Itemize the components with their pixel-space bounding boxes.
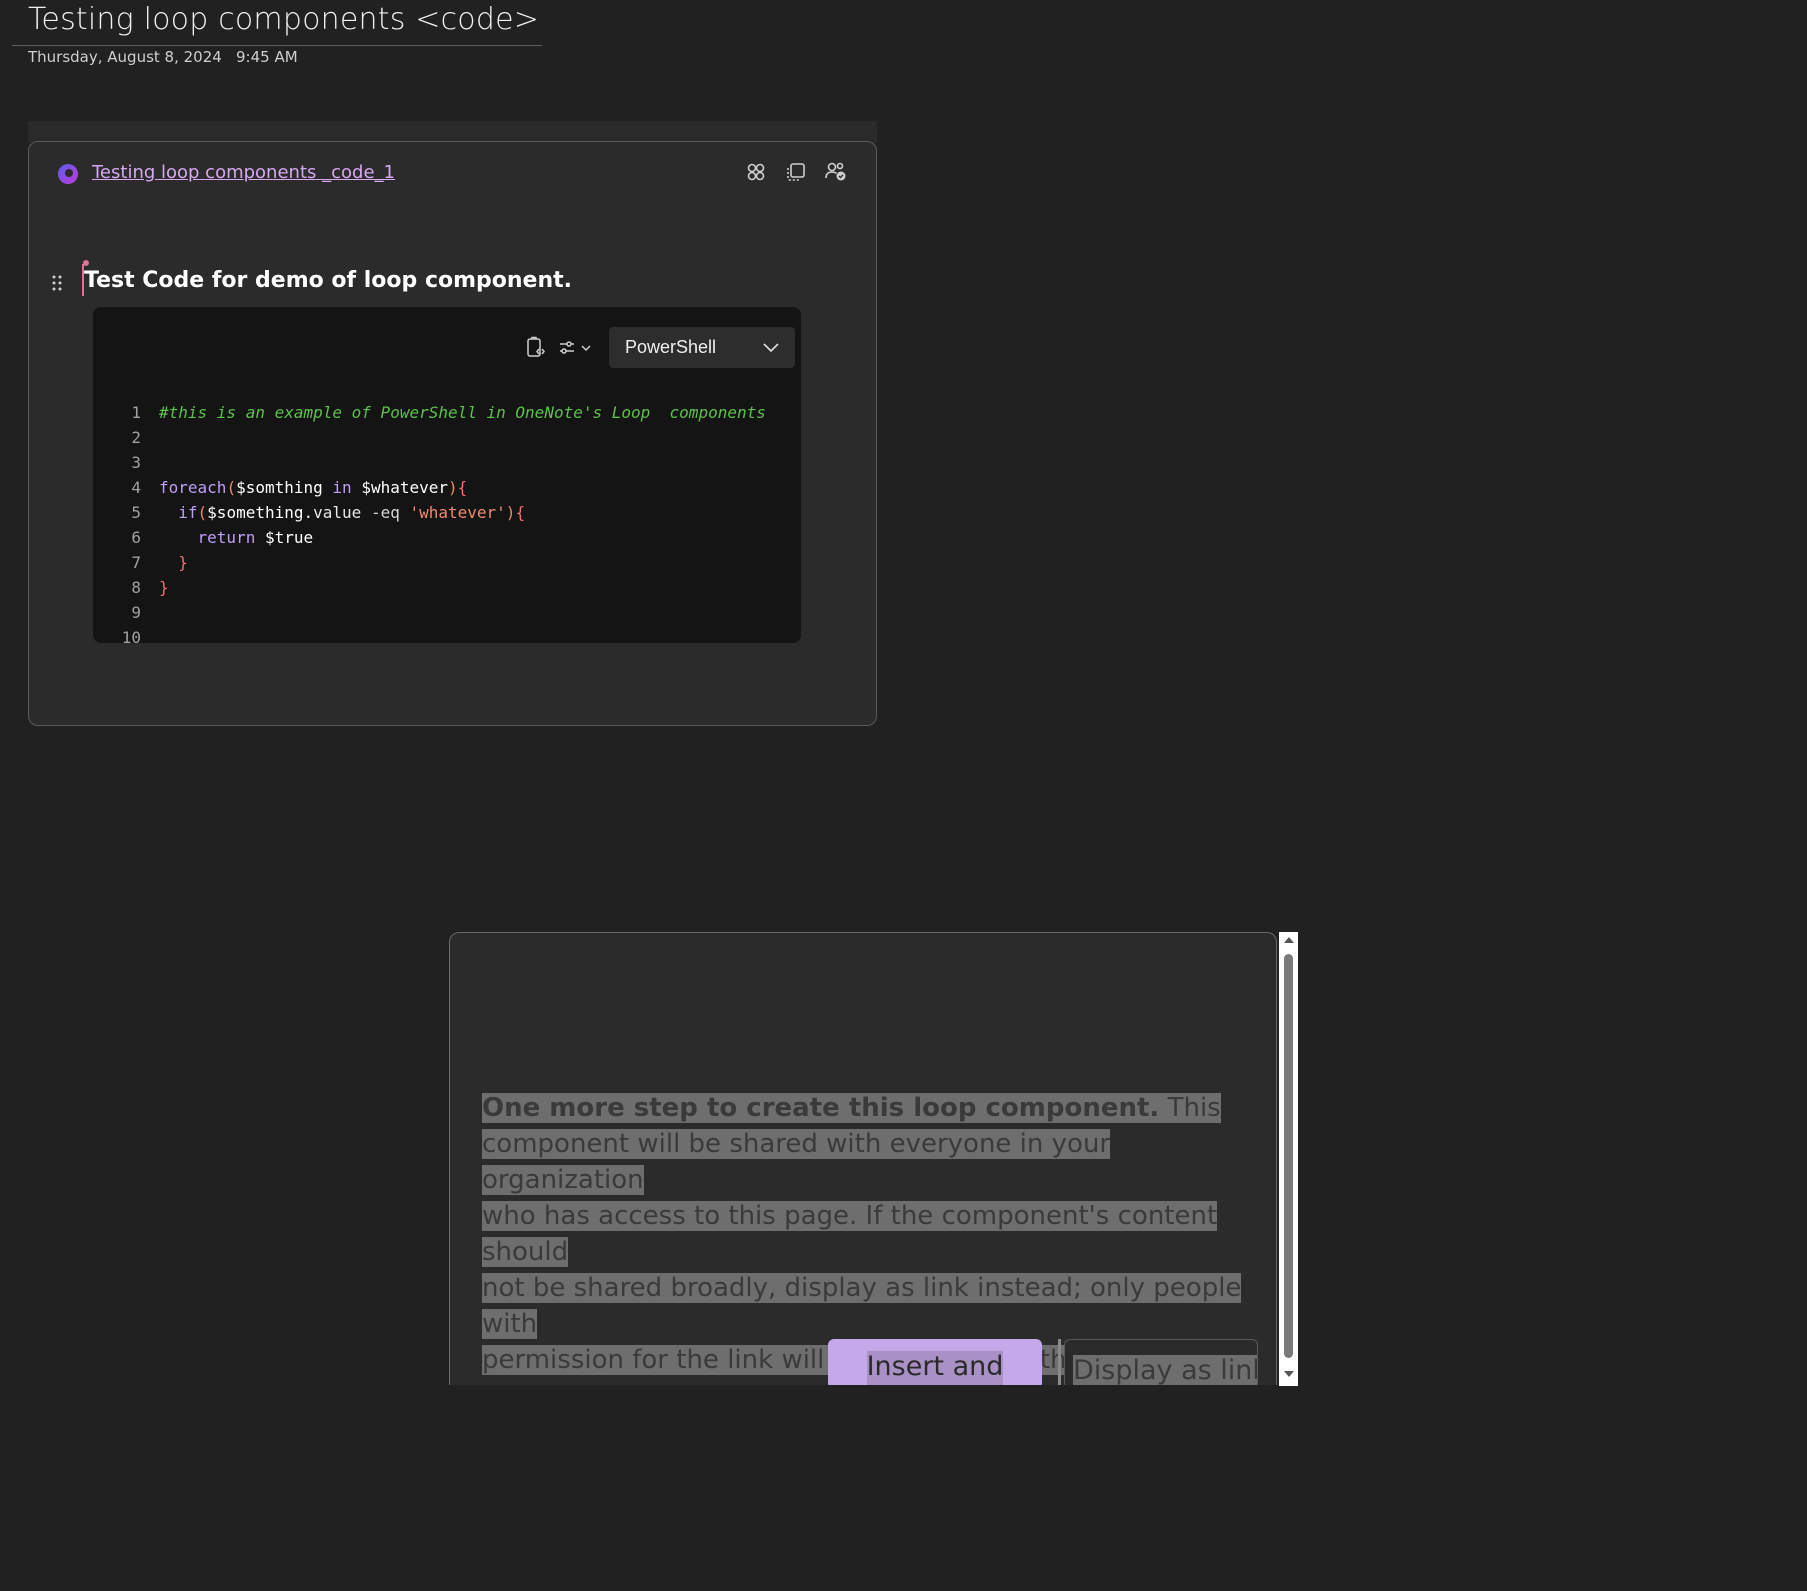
code-token: ( [226, 478, 237, 497]
block-heading[interactable]: Test Code for demo of loop component. [84, 268, 572, 293]
copy-component-icon[interactable] [784, 160, 808, 184]
code-line[interactable]: 9 [93, 600, 801, 625]
code-token: if [159, 503, 198, 522]
loop-band [28, 121, 877, 143]
line-number: 3 [131, 453, 141, 472]
share-dialog: One more step to create this loop compon… [449, 932, 1277, 1385]
code-line[interactable]: 1 #this is an example of PowerShell in On… [93, 400, 801, 425]
code-token: return [159, 528, 265, 547]
code-token: 'whatever' [409, 503, 506, 522]
card-actions [744, 160, 848, 184]
insert-and-share-label: Insert and share [866, 1351, 1004, 1385]
code-line[interactable]: 6 return $true [93, 525, 801, 550]
code-line[interactable]: 7 } [93, 550, 801, 575]
code-token: { [457, 478, 468, 497]
scroll-thumb[interactable] [1284, 954, 1293, 1358]
dialog-line-4: not be shared broadly, display as link i… [482, 1273, 1242, 1339]
code-token: ) [505, 503, 516, 522]
code-token: foreach [159, 478, 227, 497]
display-as-link-button[interactable]: Display as link [1064, 1339, 1258, 1385]
dialog-message: One more step to create this loop compon… [482, 1090, 1257, 1378]
insert-and-share-button[interactable]: Insert and share [828, 1339, 1042, 1385]
dialog-line-2: component will be shared with everyone i… [482, 1129, 1111, 1195]
line-number: 1 [131, 403, 141, 422]
loop-apps-icon[interactable] [744, 160, 768, 184]
display-as-link-label: Display as link [1073, 1354, 1257, 1385]
code-text[interactable]: } [159, 575, 169, 600]
code-token: in [322, 478, 362, 497]
drag-handle-icon[interactable] [51, 274, 63, 292]
code-text[interactable]: } [159, 550, 188, 575]
page-date: Thursday, August 8, 2024 [28, 48, 222, 66]
code-line[interactable]: 3 [93, 450, 801, 475]
language-label: PowerShell [625, 337, 717, 357]
code-text[interactable]: foreach($somthing in $whatever){ [159, 475, 467, 500]
loop-component-card: Testing loop components _code_1 Test Cod… [28, 141, 877, 726]
dialog-line-1: This [1159, 1093, 1221, 1123]
code-line[interactable]: 5 if($something.value -eq 'whatever'){ [93, 500, 801, 525]
line-number: 9 [131, 603, 141, 622]
line-number: 4 [131, 478, 141, 497]
line-number: 2 [131, 428, 141, 447]
code-lines[interactable]: 1 #this is an example of PowerShell in On… [93, 400, 801, 650]
title-divider [12, 45, 542, 46]
code-token: ( [197, 503, 208, 522]
code-line[interactable]: 4 foreach($somthing in $whatever){ [93, 475, 801, 500]
code-text[interactable]: return $true [159, 525, 314, 550]
language-select[interactable]: PowerShell [609, 327, 795, 368]
code-token: ) [448, 478, 458, 497]
line-number: 10 [121, 628, 141, 647]
code-token: .value [303, 503, 371, 522]
line-number: 7 [131, 553, 141, 572]
code-toolbar: PowerShell [523, 327, 795, 368]
dialog-line-3: who has access to this page. If the comp… [482, 1201, 1218, 1267]
code-token: $whatever [361, 478, 449, 497]
line-number: 6 [131, 528, 141, 547]
code-token: { [515, 503, 526, 522]
line-number: 8 [131, 578, 141, 597]
copy-code-icon[interactable] [523, 335, 549, 361]
code-text[interactable]: if($something.value -eq 'whatever'){ [159, 500, 525, 525]
collaborator-cursor-dot [83, 260, 89, 266]
code-token: $true [264, 528, 314, 547]
format-options-icon[interactable] [557, 335, 597, 361]
code-line[interactable]: 2 [93, 425, 801, 450]
page-time: 9:45 AM [236, 48, 298, 66]
chevron-down-icon [763, 338, 779, 357]
scroll-up-icon[interactable] [1279, 936, 1298, 948]
code-token: $something [207, 503, 304, 522]
scroll-down-icon[interactable] [1279, 1370, 1298, 1382]
button-divider [1058, 1339, 1061, 1385]
code-token: $somthing [236, 478, 323, 497]
dialog-scrollbar[interactable] [1279, 932, 1298, 1386]
code-line[interactable]: 10 [93, 625, 801, 650]
code-text[interactable]: #this is an example of PowerShell in One… [159, 400, 766, 425]
loop-component-link[interactable]: Testing loop components _code_1 [92, 162, 395, 183]
code-token: -eq [370, 503, 410, 522]
code-token: } [159, 553, 188, 572]
code-line[interactable]: 8} [93, 575, 801, 600]
code-block[interactable]: PowerShell 1 #this is an example of Power… [93, 307, 801, 647]
code-token: } [159, 578, 169, 597]
dialog-bold-text: One more step to create this loop compon… [482, 1093, 1160, 1123]
code-token: #this is an example of PowerShell in One… [159, 403, 766, 422]
line-number: 5 [131, 503, 141, 522]
shared-people-icon[interactable] [824, 160, 848, 184]
page-title[interactable]: Testing loop components <code> [28, 2, 539, 37]
loop-logo-icon [57, 163, 79, 185]
